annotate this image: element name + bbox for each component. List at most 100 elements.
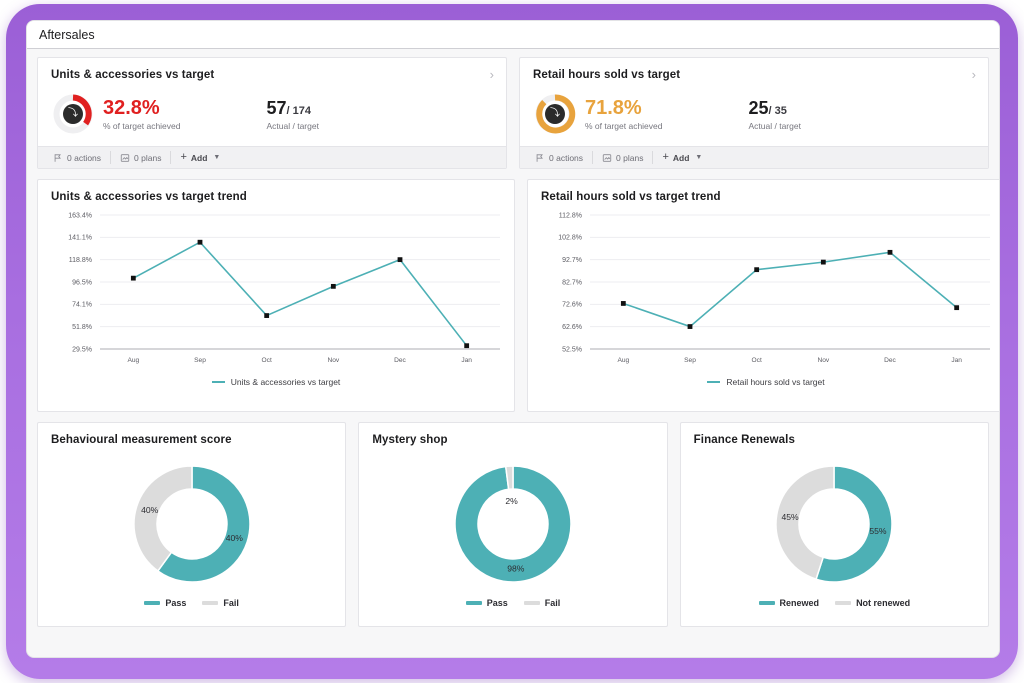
kpi-actual-block: 25/ 35 Actual / target [749, 97, 801, 132]
add-button[interactable]: + Add ▼ [171, 147, 229, 169]
add-button[interactable]: + Add ▼ [653, 147, 711, 169]
svg-text:102.8%: 102.8% [558, 235, 582, 242]
legend-swatch-renewed [758, 601, 775, 605]
plans-icon [602, 153, 612, 162]
donut-card-finance-renewals: Finance Renewals 55% 45% Renewed Not rene… [679, 422, 989, 627]
actions-button[interactable]: 0 actions [44, 147, 110, 169]
svg-text:Jan: Jan [461, 357, 472, 364]
kpi-actual-block: 57/ 174 Actual / target [267, 97, 319, 132]
svg-text:2%: 2% [505, 496, 518, 506]
chart-legend: Pass Fail [359, 598, 666, 608]
legend-swatch-not-renewed [835, 601, 852, 605]
gauge-knob-icon: ⤵ [545, 104, 565, 124]
svg-text:92.7%: 92.7% [562, 257, 582, 264]
actions-button[interactable]: 0 actions [526, 147, 592, 169]
plans-label: 0 plans [616, 152, 644, 163]
kpi-actual-caption: Actual / target [266, 121, 319, 132]
plans-label: 0 plans [134, 152, 162, 163]
donut-row: Behavioural measurement score 40% 40% Pas… [37, 422, 989, 627]
chevron-right-icon[interactable]: › [490, 58, 506, 81]
donut-chart-behavioural: 40% 40% [38, 452, 345, 602]
plans-button[interactable]: 0 plans [593, 147, 652, 169]
chart-title: Retail hours sold vs target trend [541, 191, 721, 203]
svg-text:96.5%: 96.5% [72, 279, 92, 286]
chart-legend: Renewed Not renewed [681, 598, 988, 608]
add-label: Add [190, 152, 208, 163]
add-label: Add [672, 152, 690, 163]
svg-text:40%: 40% [141, 505, 159, 515]
plus-icon: + [180, 151, 187, 163]
svg-text:Nov: Nov [327, 357, 339, 364]
trend-row: Units & accessories vs target trend 163.… [37, 179, 999, 412]
svg-text:Aug: Aug [617, 357, 629, 364]
kpi-actual-number: 25 [748, 97, 769, 118]
actions-label: 0 actions [67, 152, 102, 163]
line-chart-svg: 163.4% 141.1% 118.8% 96.5% 74.1% 51.8% 29.5% Au… [68, 212, 500, 364]
plans-button[interactable]: 0 plans [111, 147, 170, 169]
svg-text:40%: 40% [225, 533, 243, 543]
svg-text:74.1%: 74.1% [72, 302, 92, 309]
legend-label: Units & accessories vs target [230, 377, 341, 387]
svg-text:29.5%: 29.5% [72, 346, 92, 353]
kpi-title: Units & accessories vs target [51, 69, 215, 81]
kpi-actual-value: 57/ 174 [266, 97, 319, 119]
kpi-body: ⤵ 71.8% % of target achieved 25/ 35 Actu… [520, 81, 988, 139]
svg-text:Nov: Nov [817, 357, 829, 364]
flag-icon [536, 153, 543, 162]
svg-text:Sep: Sep [684, 357, 696, 364]
legend-item-pass: Pass [144, 598, 186, 608]
donut-svg: 40% 40% [132, 465, 251, 583]
legend-label-not-renewed: Not renewed [856, 598, 911, 608]
kpi-percent-caption: % of target achieved [585, 120, 663, 131]
kpi-percent-block: 71.8% % of target achieved [585, 96, 663, 131]
chevron-right-icon[interactable]: › [972, 58, 988, 81]
line-chart-retail-hours: 112.8% 102.8% 92.7% 82.7% 72.6% 62.6% 52.5% Aug… [528, 207, 999, 375]
kpi-percent-value: 32.8% [103, 96, 160, 119]
gauge-knob-icon: ⤵ [63, 104, 83, 124]
kpi-percent-caption: % of target achieved [103, 120, 181, 131]
legend-label: Retail hours sold vs target [726, 377, 825, 387]
legend-item-not-renewed: Not renewed [835, 598, 910, 608]
chart-legend: Retail hours sold vs target [528, 377, 999, 387]
donut-svg: 98% 2% [454, 465, 572, 583]
svg-text:Dec: Dec [394, 357, 406, 364]
device-frame: Aftersales Units & accessories vs target… [6, 4, 1018, 679]
kpi-actual-value: 25/ 35 [748, 97, 801, 119]
kpi-target-number: / 35 [768, 104, 787, 117]
legend-item-renewed: Renewed [758, 598, 819, 608]
gauge-icon: ⤵ [52, 93, 94, 135]
svg-text:72.6%: 72.6% [562, 302, 582, 309]
kpi-actual-number: 57 [266, 97, 287, 118]
svg-text:163.4%: 163.4% [68, 212, 92, 219]
trend-card-retail-hours: Retail hours sold vs target trend 112.8%… [527, 179, 999, 412]
kpi-card-retail-hours[interactable]: Retail hours sold vs target › ⤵ 71.8% % … [519, 57, 989, 169]
legend-label-fail: Fail [223, 598, 239, 608]
chevron-down-icon: ▼ [213, 154, 221, 161]
chart-title: Behavioural measurement score [51, 434, 232, 446]
legend-swatch-fail [523, 601, 540, 605]
flag-icon [54, 153, 61, 162]
svg-text:45%: 45% [782, 512, 800, 522]
kpi-target-number: / 174 [286, 104, 311, 117]
svg-text:Dec: Dec [884, 357, 896, 364]
legend-item-fail: Fail [523, 598, 560, 608]
kpi-footer: 0 actions 0 plans + Add ▼ [38, 146, 506, 168]
kpi-actual-caption: Actual / target [748, 121, 801, 132]
kpi-body: ⤵ 32.8% % of target achieved 57/ 174 Act… [38, 81, 506, 139]
app-window: Aftersales Units & accessories vs target… [26, 20, 1000, 658]
legend-swatch-pass [144, 601, 161, 605]
chart-legend: Pass Fail [38, 598, 345, 608]
kpi-percent-value: 71.8% [585, 96, 642, 119]
kpi-title: Retail hours sold vs target [533, 69, 681, 81]
legend-swatch-fail [202, 601, 219, 605]
svg-text:51.8%: 51.8% [72, 324, 92, 331]
dashboard-content: Units & accessories vs target › ⤵ 32.8% [27, 49, 999, 627]
legend-item-pass: Pass [465, 598, 508, 608]
donut-chart-mystery-shop: 98% 2% [359, 452, 666, 602]
donut-svg: 55% 45% [775, 465, 893, 583]
legend-swatch [707, 381, 721, 383]
kpi-card-units-accessories[interactable]: Units & accessories vs target › ⤵ 32.8% [37, 57, 507, 169]
kpi-footer: 0 actions 0 plans + Add ▼ [520, 146, 988, 168]
svg-text:98%: 98% [507, 563, 525, 573]
kpi-percent-block: 32.8% % of target achieved [103, 96, 181, 131]
